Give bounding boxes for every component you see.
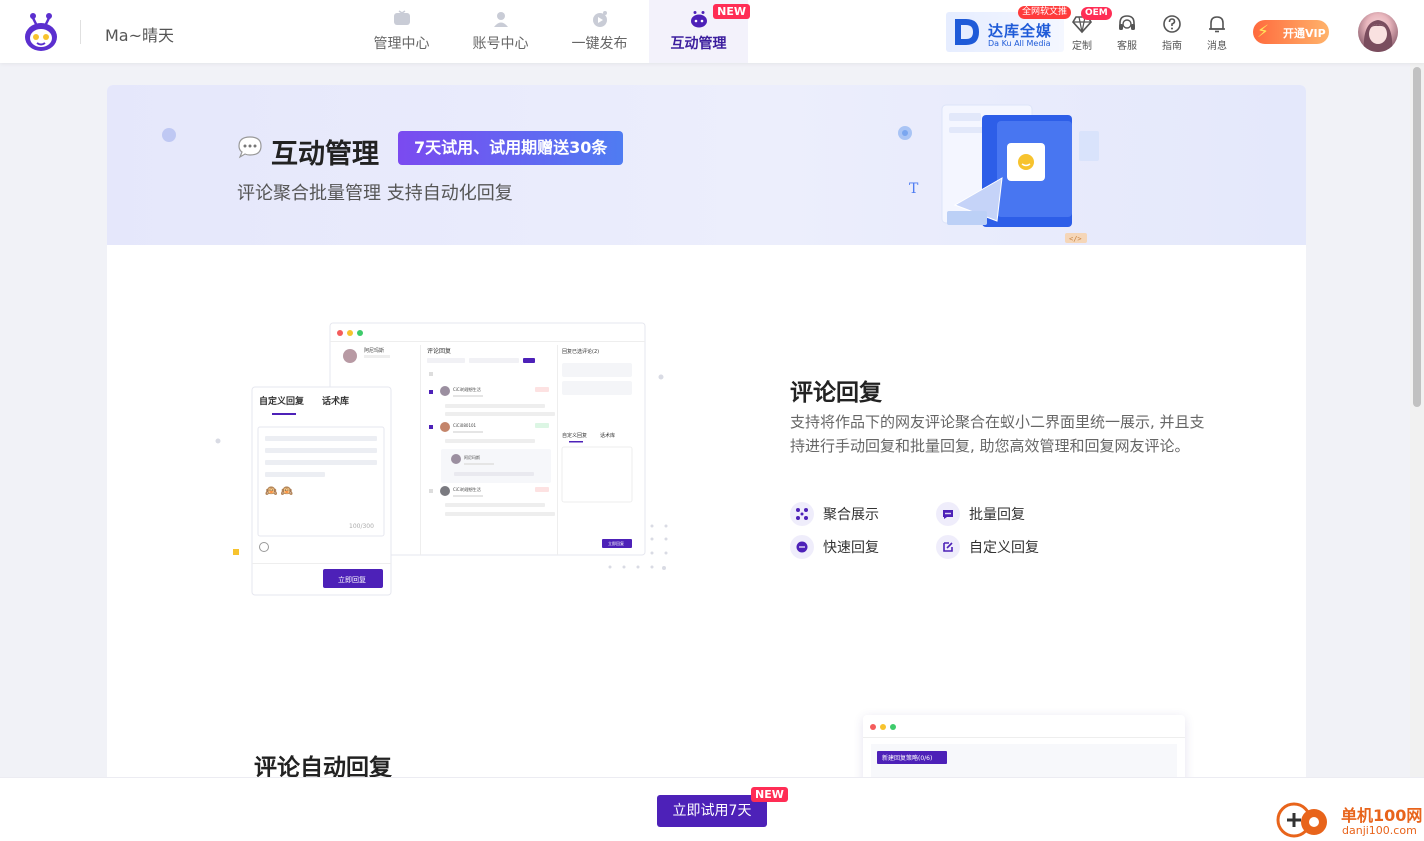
avatar-portrait bbox=[1363, 20, 1393, 52]
popup-tab-custom: 自定义回复 bbox=[259, 395, 305, 407]
mock-comment-user: CiCi080101 bbox=[453, 423, 477, 428]
feature-description: 支持将作品下的网友评论聚合在蚁小二界面里统一展示, 并且支持进行手动回复和批量回… bbox=[790, 413, 1205, 455]
workspace-name[interactable]: Ma~晴天 bbox=[105, 22, 174, 46]
site-watermark: 单机100网 danji100.com bbox=[1274, 798, 1424, 841]
popup-emoji: 🙉 🙉 bbox=[264, 486, 294, 497]
nav-label: 管理中心 bbox=[373, 36, 430, 52]
vip-label: 开通VIP bbox=[1283, 27, 1326, 40]
speech-bubble-icon bbox=[238, 136, 262, 159]
top-navigation-bar: Ma~晴天 管理中心 账号中心 一键发布 互动管理 NEW 达库全媒 Da Ku… bbox=[0, 0, 1424, 63]
comment-reply-mockup: 阿尼玛斯 评论回复 CiCi的理想生活 CiCi080101 阿尼玛斯 CiCi… bbox=[215, 322, 668, 596]
page-scrollbar[interactable] bbox=[1410, 63, 1424, 777]
feature-quick-reply: 快速回复 bbox=[790, 535, 879, 559]
tool-label: 客服 bbox=[1117, 41, 1137, 52]
popup-reply-button: 立即回复 bbox=[338, 575, 366, 584]
help-icon bbox=[1163, 15, 1181, 33]
dakus-subtitle: Da Ku All Media bbox=[988, 39, 1051, 48]
popup-char-count: 100/300 bbox=[349, 523, 374, 530]
mock-small-button: 立即回复 bbox=[608, 540, 624, 546]
nav-label: 互动管理 bbox=[670, 36, 727, 52]
mock-side-tab: 话术库 bbox=[600, 432, 615, 439]
nav-one-click-publish[interactable]: 一键发布 bbox=[550, 0, 649, 63]
feature-label: 聚合展示 bbox=[823, 507, 879, 523]
publish-icon bbox=[592, 11, 607, 27]
decorative-dot bbox=[162, 128, 176, 142]
page-subtitle: 评论聚合批量管理 支持自动化回复 bbox=[237, 183, 513, 204]
nav-account-center[interactable]: 账号中心 bbox=[451, 0, 550, 63]
content-card: 互动管理 7天试用、试用期赠送30条 评论聚合批量管理 支持自动化回复 T </… bbox=[107, 85, 1306, 805]
cta-new-badge: NEW bbox=[751, 787, 788, 802]
lightning-icon: ⚡ bbox=[1257, 22, 1269, 42]
svg-text:T: T bbox=[909, 181, 919, 197]
feature-label: 自定义回复 bbox=[969, 540, 1039, 556]
dakus-logo-icon bbox=[955, 19, 979, 45]
trial-badge: 7天试用、试用期赠送30条 bbox=[398, 131, 624, 165]
batch-reply-icon bbox=[936, 502, 960, 526]
oem-badge: OEM bbox=[1081, 7, 1112, 20]
mock-panel-title: 评论回复 bbox=[427, 347, 451, 355]
bell-icon bbox=[1209, 16, 1225, 33]
tool-label: 定制 bbox=[1072, 41, 1092, 52]
feature-title: 评论回复 bbox=[790, 380, 882, 406]
watermark-name: 单机100网 bbox=[1341, 806, 1423, 825]
ant-logo-icon[interactable] bbox=[20, 10, 62, 54]
popup-tab-library: 话术库 bbox=[322, 395, 349, 407]
bottom-action-bar: 立即试用7天 NEW 单机100网 danji100.com bbox=[0, 777, 1424, 841]
feature-batch-reply: 批量回复 bbox=[936, 502, 1025, 526]
headset-icon bbox=[1119, 15, 1135, 30]
mock-comment-user: CiCi的理想生活 bbox=[453, 486, 481, 492]
svg-text:</>: </> bbox=[1069, 235, 1082, 243]
mock-side-title: 回复已选评论(2) bbox=[562, 348, 599, 355]
watermark-url: danji100.com bbox=[1342, 824, 1417, 837]
feature-label: 快速回复 bbox=[823, 540, 879, 556]
tool-label: 指南 bbox=[1162, 41, 1182, 52]
nav-label: 账号中心 bbox=[472, 36, 529, 52]
account-icon bbox=[493, 12, 508, 27]
feature-label: 批量回复 bbox=[969, 507, 1025, 523]
hero-illustration: T </> bbox=[898, 104, 1099, 243]
mock-comment-user: CiCi的理想生活 bbox=[453, 386, 481, 392]
feature-aggregate: 聚合展示 bbox=[790, 502, 879, 526]
hero-banner: 互动管理 7天试用、试用期赠送30条 评论聚合批量管理 支持自动化回复 T </… bbox=[107, 85, 1306, 245]
quick-reply-icon bbox=[790, 535, 814, 559]
watermark-logo-icon bbox=[1276, 802, 1327, 838]
scrollbar-thumb[interactable] bbox=[1413, 67, 1421, 407]
customer-service-button[interactable]: 客服 bbox=[1109, 12, 1145, 52]
nav-label: 一键发布 bbox=[571, 36, 628, 52]
brand-divider bbox=[80, 20, 81, 44]
tv-icon bbox=[393, 10, 410, 25]
feature-custom-reply: 自定义回复 bbox=[936, 535, 1039, 559]
open-vip-button[interactable]: ⚡ 开通VIP bbox=[1253, 20, 1329, 44]
guide-button[interactable]: 指南 bbox=[1154, 12, 1190, 52]
mock-comment-user: 阿尼玛斯 bbox=[464, 454, 480, 460]
new-badge: NEW bbox=[713, 4, 750, 19]
nav-interaction-management[interactable]: 互动管理 NEW bbox=[649, 0, 750, 63]
nav-management-center[interactable]: 管理中心 bbox=[352, 0, 451, 63]
page-title: 互动管理 bbox=[271, 139, 379, 170]
messages-button[interactable]: 消息 bbox=[1199, 12, 1235, 52]
main-nav: 管理中心 账号中心 一键发布 互动管理 NEW bbox=[352, 0, 750, 63]
mock-account-name: 阿尼玛斯 bbox=[364, 347, 384, 354]
mock-side-tab: 自定义回复 bbox=[562, 432, 587, 439]
dakus-name: 达库全媒 bbox=[988, 22, 1053, 40]
chat-robot-icon bbox=[690, 11, 707, 28]
custom-reply-icon bbox=[936, 535, 960, 559]
aggregate-icon bbox=[790, 502, 814, 526]
user-avatar[interactable] bbox=[1358, 12, 1398, 52]
dakus-ad-banner[interactable]: 达库全媒 Da Ku All Media 全网软文推 bbox=[946, 6, 1072, 52]
mock-new-strategy-button: 新建回复策略(0/6) bbox=[882, 754, 932, 762]
tool-label: 消息 bbox=[1207, 41, 1227, 52]
